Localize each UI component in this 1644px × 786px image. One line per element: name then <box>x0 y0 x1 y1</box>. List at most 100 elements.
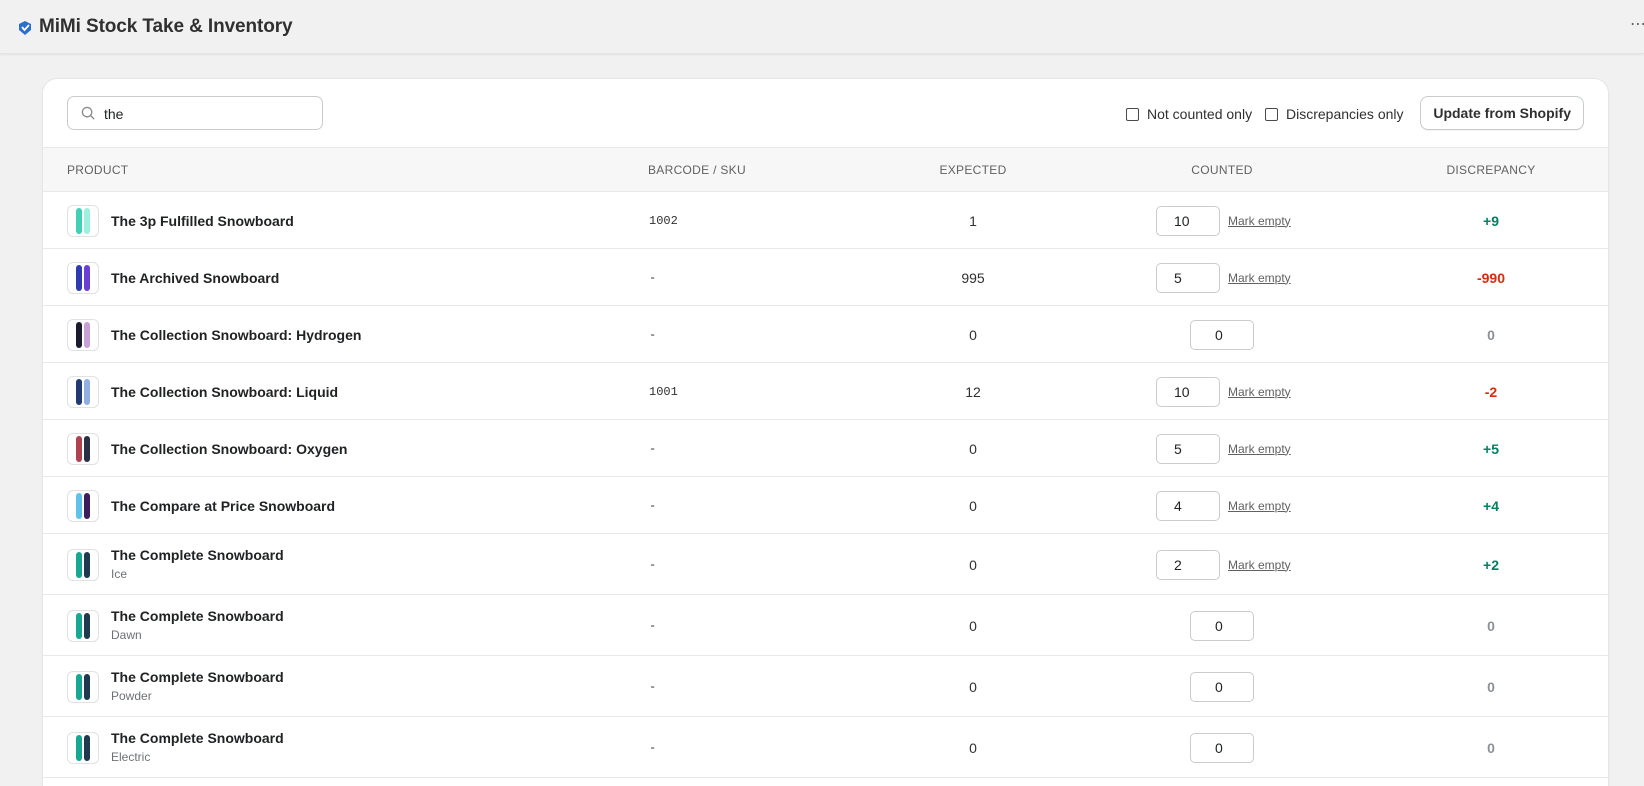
more-options-icon[interactable]: ⋯ <box>1630 17 1644 33</box>
product-name: The Collection Snowboard: Liquid <box>111 383 339 400</box>
header-expected[interactable]: Expected <box>939 163 1006 177</box>
counted-input[interactable] <box>1190 319 1254 350</box>
table-header: Product Barcode / SKU Expected Counted D… <box>43 147 1608 192</box>
update-from-shopify-button[interactable]: Update from Shopify <box>1420 96 1584 130</box>
expected-count: 0 <box>969 440 977 457</box>
table-row: The 3p Fulfilled Snowboard 1002 1 Mark empt… <box>43 192 1608 249</box>
counted-input[interactable] <box>1190 732 1254 763</box>
table-row: The Collection Snowboard: Liquid 1001 12 Ma… <box>43 363 1608 420</box>
barcode-sku: 1001 <box>649 384 678 399</box>
product-name: The Collection Snowboard: Oxygen <box>111 440 348 457</box>
barcode-sku: - <box>649 618 657 633</box>
search-input[interactable] <box>104 103 314 124</box>
discrepancy-value: 0 <box>1487 678 1495 695</box>
counted-input[interactable] <box>1156 549 1220 580</box>
discrepancy-value: 0 <box>1487 739 1495 756</box>
counted-input[interactable] <box>1156 376 1220 407</box>
counted-input[interactable] <box>1156 433 1220 464</box>
product-thumbnail <box>67 204 99 237</box>
filter-not-counted-label: Not counted only <box>1147 106 1253 122</box>
expected-count: 0 <box>969 617 977 634</box>
snowboard-icon <box>76 264 90 291</box>
counted-input[interactable] <box>1156 490 1220 521</box>
discrepancy-value: -2 <box>1484 383 1498 400</box>
filter-not-counted[interactable]: Not counted only <box>1126 106 1252 122</box>
header-barcode[interactable]: Barcode / SKU <box>648 163 746 177</box>
expected-count: 995 <box>961 269 985 286</box>
product-thumbnail <box>67 489 99 522</box>
mark-empty-link[interactable]: Mark empty <box>1228 442 1291 456</box>
product-name: The Complete Snowboard <box>111 547 284 563</box>
product-thumbnail <box>67 731 99 764</box>
barcode-sku: - <box>649 327 657 342</box>
product-name: The Complete Snowboard <box>111 730 284 746</box>
counted-input[interactable] <box>1156 205 1220 236</box>
product-name: The 3p Fulfilled Snowboard <box>111 212 294 229</box>
snowboard-icon <box>76 378 90 405</box>
counted-input[interactable] <box>1190 610 1254 641</box>
mark-empty-link[interactable]: Mark empty <box>1228 558 1291 572</box>
barcode-sku: - <box>649 441 657 456</box>
inventory-card: Not counted only Discrepancies only Upda… <box>43 79 1608 786</box>
table-row: The Complete Snowboard Ice - 0 Mark empty +2 <box>43 534 1608 595</box>
counted-input[interactable] <box>1190 671 1254 702</box>
product-name: The Compare at Price Snowboard <box>111 497 336 514</box>
app-logo-icon <box>19 21 31 35</box>
product-thumbnail <box>67 548 99 581</box>
discrepancy-value: 0 <box>1487 617 1495 634</box>
discrepancies-checkbox[interactable] <box>1265 107 1278 121</box>
discrepancy-value: +2 <box>1483 556 1499 573</box>
product-variant: Ice <box>111 567 128 581</box>
filter-discrepancies[interactable]: Discrepancies only <box>1265 106 1404 122</box>
expected-count: 0 <box>969 497 977 514</box>
barcode-sku: 1002 <box>649 213 678 228</box>
product-thumbnail <box>67 609 99 642</box>
snowboard-icon <box>76 492 90 519</box>
not-counted-checkbox[interactable] <box>1126 107 1139 121</box>
mark-empty-link[interactable]: Mark empty <box>1228 499 1291 513</box>
header-product[interactable]: Product <box>67 163 128 177</box>
mark-empty-link[interactable]: Mark empty <box>1228 385 1291 399</box>
expected-count: 12 <box>965 383 981 400</box>
snowboard-icon <box>76 612 90 639</box>
app-title: MiMi Stock Take & Inventory <box>39 16 293 37</box>
app-header: MiMi Stock Take & Inventory ⋯ <box>0 0 1644 54</box>
product-name: The Archived Snowboard <box>111 269 280 286</box>
product-variant: Powder <box>111 689 152 703</box>
search-box[interactable] <box>67 96 323 130</box>
product-name: The Complete Snowboard <box>111 608 284 624</box>
snowboard-icon <box>76 435 90 462</box>
product-thumbnail <box>67 432 99 465</box>
expected-count: 0 <box>969 678 977 695</box>
table-row: The Compare at Price Snowboard - 0 Mark emp… <box>43 477 1608 534</box>
product-name: The Complete Snowboard <box>111 669 284 685</box>
table-row: The Collection Snowboard: Hydrogen - 0 0 <box>43 306 1608 363</box>
snowboard-icon <box>76 551 90 578</box>
barcode-sku: - <box>649 270 657 285</box>
product-variant: Electric <box>111 750 151 764</box>
header-counted[interactable]: Counted <box>1191 163 1252 177</box>
snowboard-icon <box>76 734 90 761</box>
discrepancy-value: -990 <box>1476 269 1506 286</box>
product-thumbnail <box>67 318 99 351</box>
counted-input[interactable] <box>1156 262 1220 293</box>
product-thumbnail <box>67 375 99 408</box>
discrepancy-value: 0 <box>1487 326 1495 343</box>
expected-count: 0 <box>969 739 977 756</box>
discrepancy-value: +4 <box>1483 497 1499 514</box>
discrepancy-value: +9 <box>1483 212 1499 229</box>
search-icon <box>81 106 95 120</box>
table-row: The Archived Snowboard - 995 Mark empty -990 <box>43 249 1608 306</box>
header-discrepancy[interactable]: Discrepancy <box>1446 163 1535 177</box>
product-thumbnail <box>67 670 99 703</box>
table-row: The Collection Snowboard: Oxygen - 0 Mark e… <box>43 420 1608 477</box>
product-variant: Dawn <box>111 628 142 642</box>
table-row: The Complete Snowboard Dawn - 0 0 <box>43 595 1608 656</box>
mark-empty-link[interactable]: Mark empty <box>1228 214 1291 228</box>
table-row: The Complete Snowboard Electric - 0 0 <box>43 717 1608 778</box>
product-name: The Collection Snowboard: Hydrogen <box>111 326 362 343</box>
expected-count: 0 <box>969 556 977 573</box>
mark-empty-link[interactable]: Mark empty <box>1228 271 1291 285</box>
barcode-sku: - <box>649 679 657 694</box>
expected-count: 1 <box>969 212 977 229</box>
